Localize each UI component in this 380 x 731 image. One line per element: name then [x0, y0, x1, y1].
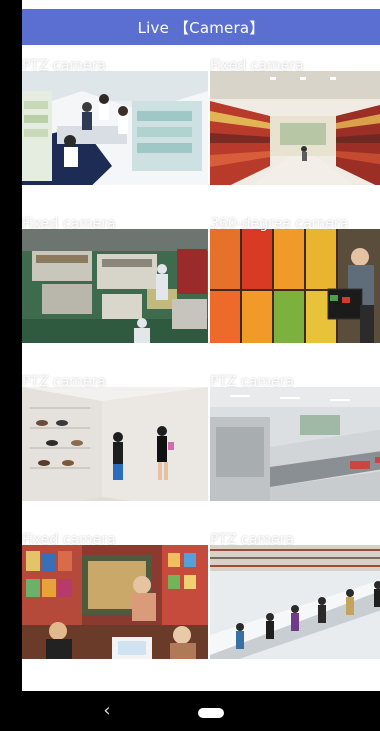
camera-feed-image: [210, 387, 380, 501]
device-bezel-left: [0, 0, 22, 731]
app-bar: Live 【Camera】: [22, 9, 380, 45]
camera-tile-360-produce[interactable]: 360-degree camera: [210, 213, 380, 343]
camera-tile-fixed-bookstore[interactable]: Fixed camera: [22, 529, 208, 659]
chevron-left-icon[interactable]: ‹: [98, 702, 116, 720]
camera-tile-ptz-shoestore[interactable]: PTZ camera: [22, 371, 208, 501]
camera-label: PTZ camera: [22, 374, 106, 390]
camera-feed-image: [22, 545, 208, 659]
camera-feed-image: [22, 229, 208, 343]
camera-label: Fixed camera: [22, 532, 116, 548]
camera-feed-image: [210, 545, 380, 659]
system-navigation-bar: ‹: [22, 691, 380, 731]
camera-label: Fixed camera: [22, 216, 116, 232]
camera-feed-image: [210, 229, 380, 343]
camera-label: Fixed camera: [210, 58, 304, 74]
camera-label: 360-degree camera: [210, 216, 349, 232]
camera-label: PTZ camera: [210, 374, 294, 390]
home-pill-icon[interactable]: [198, 708, 224, 718]
camera-tile-ptz-warehouse[interactable]: PTZ camera: [210, 371, 380, 501]
camera-tile-fixed-supermarket[interactable]: Fixed camera: [210, 55, 380, 185]
camera-label: PTZ camera: [22, 58, 106, 74]
camera-feed-image: [22, 387, 208, 501]
camera-tile-ptz-escalator[interactable]: PTZ camera: [210, 529, 380, 659]
app-screen: Live 【Camera】 PTZ camera Fixed camera Fi…: [22, 9, 380, 691]
camera-tile-ptz-pharmacy[interactable]: PTZ camera: [22, 55, 208, 185]
app-bar-title: Live 【Camera】: [137, 18, 265, 37]
camera-feed-image: [210, 71, 380, 185]
camera-feed-image: [22, 71, 208, 185]
camera-tile-fixed-factory[interactable]: Fixed camera: [22, 213, 208, 343]
camera-label: PTZ camera: [210, 532, 294, 548]
